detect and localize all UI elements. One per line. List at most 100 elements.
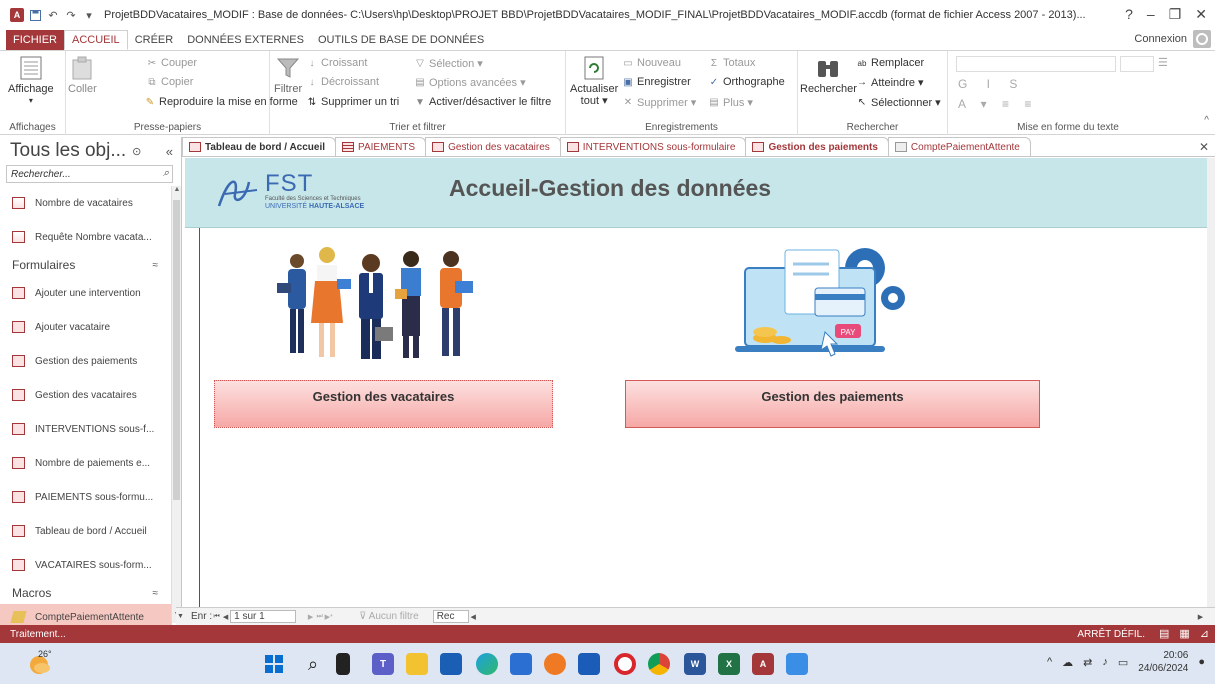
chevron-down-icon[interactable]: ⊙ xyxy=(132,145,141,158)
form-vertical-scrollbar[interactable] xyxy=(1207,158,1215,607)
avatar[interactable] xyxy=(1193,30,1211,48)
customize-dropdown-icon[interactable]: ▾ xyxy=(82,8,96,22)
tab-fichier[interactable]: FICHIER xyxy=(6,30,64,50)
nav-item-form[interactable]: INTERVENTIONS sous-f... xyxy=(0,412,172,446)
options-avancees-button[interactable]: ▤ Options avancées ▾ xyxy=(414,76,525,90)
nav-item-form[interactable]: Gestion des vacataires xyxy=(0,378,172,412)
nav-scroll-thumb[interactable] xyxy=(173,200,180,500)
mail-icon[interactable] xyxy=(578,653,600,675)
photos-icon[interactable] xyxy=(786,653,808,675)
notification-bell-icon[interactable]: ● xyxy=(1198,656,1205,668)
record-search-input[interactable]: Rec xyxy=(432,610,469,623)
save-icon[interactable] xyxy=(28,8,42,22)
scroll-left-icon[interactable]: ◀ xyxy=(469,613,478,621)
access-app-icon[interactable]: A xyxy=(10,8,24,22)
decroissant-button[interactable]: ↓ Décroissant xyxy=(306,76,380,88)
doc-tab-paiements[interactable]: PAIEMENTS xyxy=(335,137,427,156)
tab-donnees-externes[interactable]: DONNÉES EXTERNES xyxy=(180,30,311,50)
supprimer-button[interactable]: ✕ Supprimer ▾ xyxy=(622,96,696,110)
minimize-icon[interactable]: – xyxy=(1147,6,1155,23)
totaux-button[interactable]: Σ Totaux xyxy=(708,57,756,69)
nav-item-form[interactable]: Gestion des paiements xyxy=(0,344,172,378)
tray-overflow-icon[interactable]: ^ xyxy=(1047,656,1052,668)
search-icon[interactable]: ⌕ xyxy=(163,167,169,180)
filtrer-button[interactable]: Filtrer xyxy=(274,55,302,95)
enregistrer-button[interactable]: ▣ Enregistrer xyxy=(622,76,691,88)
last-record-icon[interactable]: ⏭ xyxy=(315,613,324,621)
close-document-icon[interactable]: ✕ xyxy=(1199,140,1209,154)
font-color-icons[interactable]: A ▾ ≡ ≡ xyxy=(958,97,1037,111)
redo-icon[interactable]: ↷ xyxy=(64,8,78,22)
rechercher-button[interactable]: Rechercher xyxy=(800,55,857,95)
tab-accueil[interactable]: ACCUEIL xyxy=(64,30,128,50)
nav-scrollbar[interactable]: ▲ ▼ xyxy=(171,186,181,623)
search-taskbar-icon[interactable]: ⌕ xyxy=(302,653,324,675)
edge-icon[interactable] xyxy=(476,653,498,675)
nav-item-form[interactable]: VACATAIRES sous-form... xyxy=(0,548,172,582)
scroll-up-icon[interactable]: ▲ xyxy=(172,186,182,198)
supprimer-tri-button[interactable]: ⇅ Supprimer un tri xyxy=(306,96,399,108)
network-icon[interactable]: ⇄ xyxy=(1083,656,1092,669)
app-blue-icon[interactable] xyxy=(510,653,532,675)
form-view-icon[interactable]: ▤ xyxy=(1159,627,1169,640)
doc-tab-tableau-de-bord[interactable]: Tableau de bord / Accueil xyxy=(182,137,337,156)
nav-search-input[interactable]: Rechercher... ⌕ xyxy=(6,165,173,183)
croissant-button[interactable]: ↓ Croissant xyxy=(306,57,368,69)
first-record-icon[interactable]: ⏮ xyxy=(212,613,221,621)
battery-icon[interactable]: ▭ xyxy=(1118,656,1128,669)
tab-creer[interactable]: CRÉER xyxy=(128,30,181,50)
task-view-icon[interactable] xyxy=(336,653,350,675)
collapse-pane-icon[interactable]: « xyxy=(166,144,173,159)
excel-icon[interactable]: X xyxy=(718,653,740,675)
tab-outils-bdd[interactable]: OUTILS DE BASE DE DONNÉES xyxy=(311,30,491,50)
teams-icon[interactable]: T xyxy=(372,653,394,675)
store-icon[interactable] xyxy=(440,653,462,675)
selectionner-button[interactable]: ↖ Sélectionner ▾ xyxy=(856,96,941,110)
doc-tab-gestion-paiements[interactable]: Gestion des paiements xyxy=(745,137,889,156)
copier-button[interactable]: ⧉ Copier xyxy=(146,76,193,88)
previous-record-icon[interactable]: ◀ xyxy=(221,613,230,621)
collapse-ribbon-icon[interactable]: ^ xyxy=(1204,115,1209,126)
nav-item-form[interactable]: PAIEMENTS sous-formu... xyxy=(0,480,172,514)
remplacer-button[interactable]: ab Remplacer xyxy=(856,57,925,69)
nav-item-form[interactable]: Ajouter une intervention xyxy=(0,276,172,310)
nav-item-form[interactable]: Tableau de bord / Accueil xyxy=(0,514,172,548)
design-view-icon[interactable]: ⊿ xyxy=(1200,627,1209,640)
affichage-button[interactable]: Affichage ▾ xyxy=(8,55,54,107)
nav-item-form[interactable]: Ajouter vacataire xyxy=(0,310,172,344)
nav-item-query[interactable]: Requête Nombre vacata... xyxy=(0,220,172,254)
collapse-section-icon[interactable]: ≈ xyxy=(153,260,159,271)
nouveau-button[interactable]: ▭ Nouveau xyxy=(622,57,681,69)
cloud-icon[interactable]: ☁ xyxy=(1062,656,1073,669)
close-icon[interactable]: ✕ xyxy=(1195,6,1207,23)
nav-header[interactable]: Tous les obj... ⊙ « xyxy=(0,137,181,165)
selection-button[interactable]: ▽ Sélection ▾ xyxy=(414,57,483,71)
orthographe-button[interactable]: ✓ Orthographe xyxy=(708,76,785,88)
word-icon[interactable]: W xyxy=(684,653,706,675)
doc-tab-compte-paiement[interactable]: ComptePaiementAttente xyxy=(887,137,1031,156)
undo-icon[interactable]: ↶ xyxy=(46,8,60,22)
scroll-right-icon[interactable]: ▶ xyxy=(1196,613,1205,621)
font-name-select[interactable] xyxy=(956,56,1116,72)
activer-filtre-button[interactable]: ▼ Activer/désactiver le filtre xyxy=(414,96,551,108)
help-icon[interactable]: ? xyxy=(1125,6,1133,23)
nav-scroll-down-icon[interactable]: ▼ xyxy=(176,613,185,620)
nav-section-macros[interactable]: Macros ≈ xyxy=(0,582,172,604)
new-record-icon[interactable]: ▶* xyxy=(324,613,333,621)
actualiser-button[interactable]: Actualiser tout ▾ xyxy=(570,55,618,107)
nav-item-form[interactable]: Nombre de paiements e... xyxy=(0,446,172,480)
bold-italic-underline-icons[interactable]: G I S xyxy=(958,77,1025,91)
doc-tab-gestion-vacataires[interactable]: Gestion des vacataires xyxy=(425,137,561,156)
access-taskbar-icon[interactable]: A xyxy=(752,653,774,675)
list-icon[interactable]: ☰ xyxy=(1158,56,1168,69)
layout-view-icon[interactable]: ▦ xyxy=(1179,627,1189,640)
gestion-vacataires-button[interactable]: Gestion des vacataires xyxy=(214,380,553,428)
gestion-paiements-button[interactable]: Gestion des paiements xyxy=(625,380,1040,428)
coller-button[interactable]: Coller xyxy=(68,55,97,95)
collapse-section-icon[interactable]: ≈ xyxy=(153,588,159,599)
chrome-icon[interactable] xyxy=(648,653,670,675)
record-position-input[interactable]: 1 sur 1 xyxy=(230,610,297,623)
firefox-icon[interactable] xyxy=(544,653,566,675)
restore-icon[interactable]: ❐ xyxy=(1169,6,1182,23)
weather-widget[interactable]: 26° xyxy=(26,649,56,678)
